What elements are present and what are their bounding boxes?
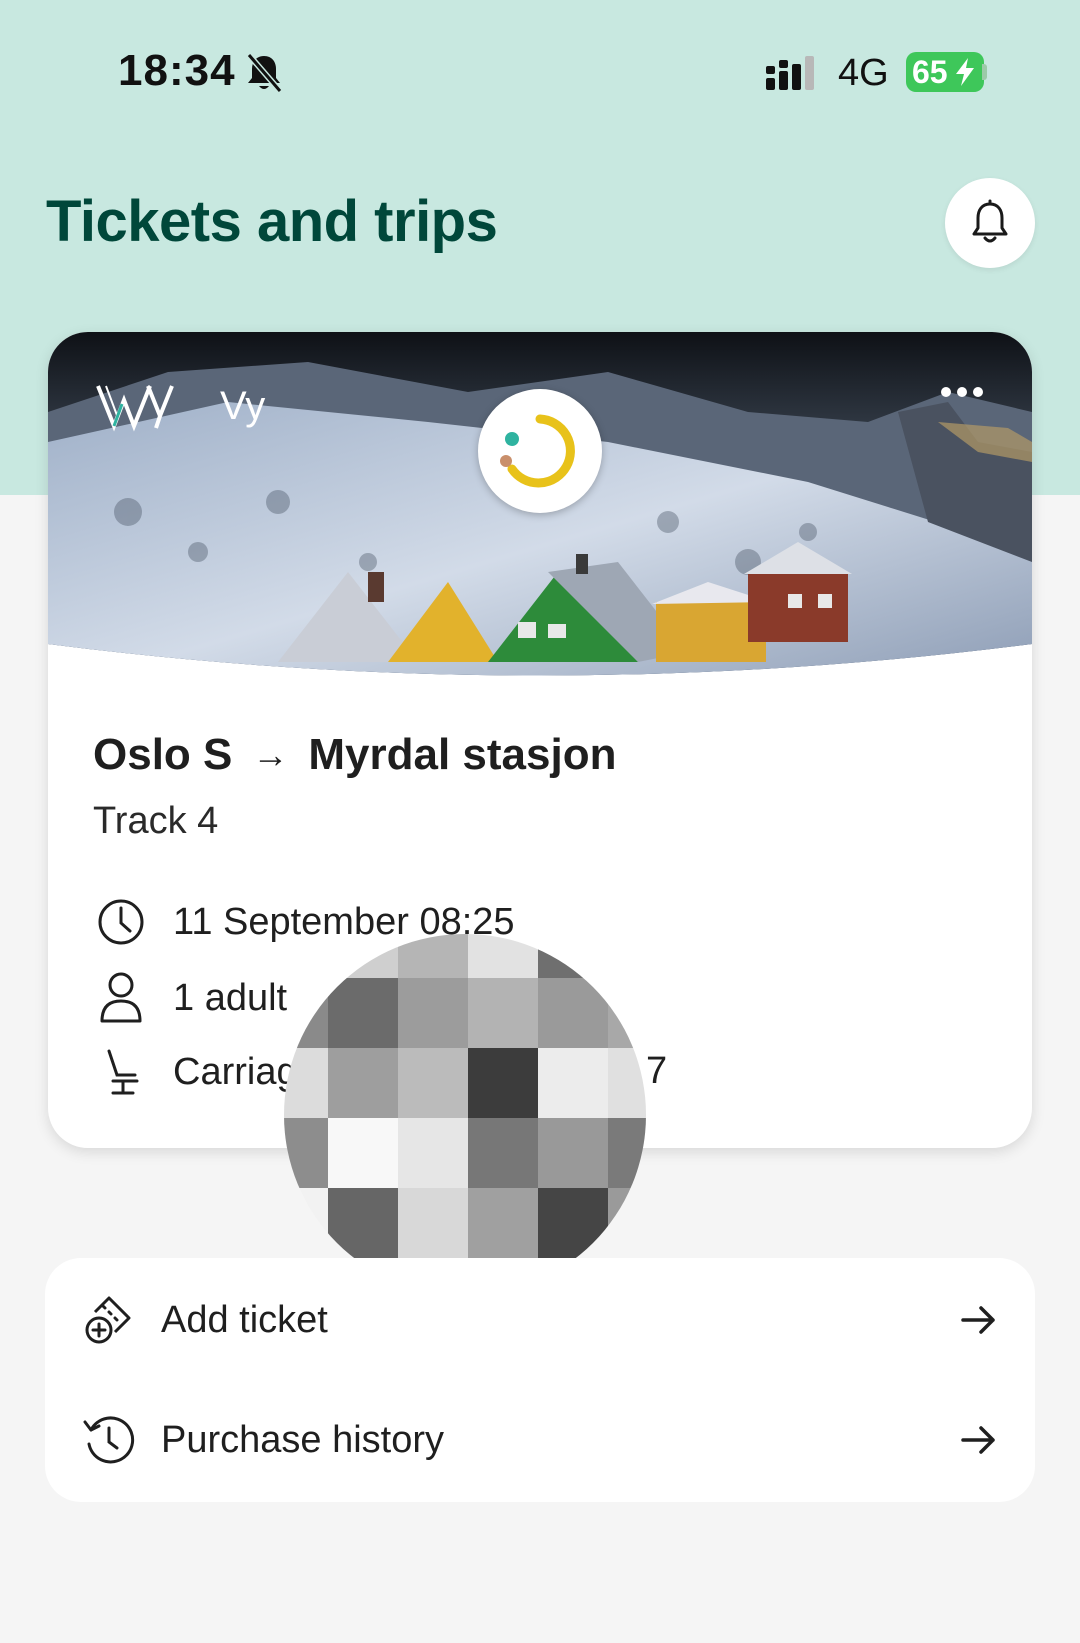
page-title: Tickets and trips	[46, 189, 498, 254]
route: Oslo S → Myrdal stasjon	[93, 730, 616, 780]
notifications-button[interactable]	[945, 178, 1035, 268]
more-options-icon[interactable]	[938, 380, 986, 404]
clock-icon	[93, 894, 149, 950]
purchase-history-label: Purchase history	[161, 1418, 445, 1461]
seat-icon	[93, 1044, 149, 1100]
seat-row: Carriag	[93, 1042, 298, 1102]
add-ticket-icon	[85, 1296, 131, 1344]
status-time: 18:34	[118, 46, 236, 95]
battery-level: 65	[912, 53, 948, 90]
purchase-history-row[interactable]: Purchase history	[45, 1380, 1035, 1500]
ticket-status-indicator	[478, 389, 602, 513]
destination-station: Myrdal stasjon	[308, 730, 617, 779]
passengers-row: 1 adult	[93, 968, 287, 1028]
passenger-count: 1 adult	[173, 976, 288, 1019]
route-arrow-icon: →	[252, 734, 289, 775]
seat-info: Carriag	[173, 1050, 298, 1093]
bell-icon	[972, 199, 1008, 243]
operator-name: Vy	[220, 384, 266, 428]
add-ticket-label: Add ticket	[161, 1298, 328, 1341]
battery-cap	[982, 64, 987, 80]
actions-card: Add ticket Purchase history	[45, 1258, 1035, 1502]
silent-mode-icon	[246, 53, 283, 93]
seat-number: 7	[646, 1050, 668, 1092]
charging-icon	[956, 58, 974, 86]
arrow-right-icon	[961, 1426, 995, 1454]
status-bar: 18:34 4G 65	[0, 0, 1080, 140]
arrow-right-icon	[961, 1306, 995, 1334]
loading-spinner-icon	[500, 414, 575, 488]
history-icon	[83, 1416, 135, 1464]
add-ticket-row[interactable]: Add ticket	[45, 1260, 1035, 1380]
vy-logo-icon	[96, 385, 174, 432]
redacted-area	[284, 934, 646, 1296]
track-info: Track 4	[93, 800, 219, 842]
person-icon	[93, 970, 149, 1026]
network-type: 4G	[838, 52, 889, 94]
cell-signal-icon	[766, 56, 814, 90]
origin-station: Oslo S	[93, 730, 233, 779]
